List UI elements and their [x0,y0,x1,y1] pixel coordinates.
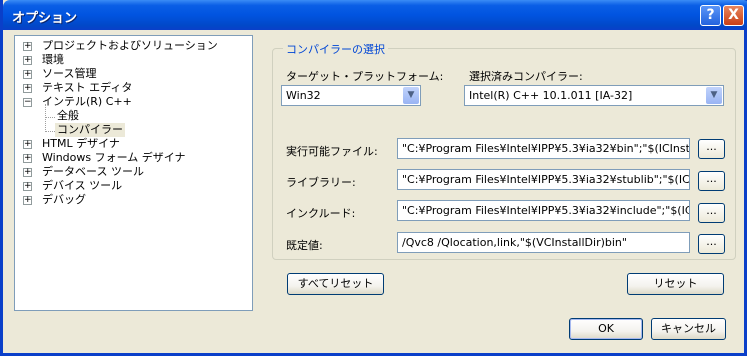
include-browse-button[interactable]: ... [698,203,725,223]
selected-compiler-label: 選択済みコンパイラー: [469,70,583,83]
tree-item-label: インテル(R) C++ [42,95,132,108]
close-button[interactable]: X [723,5,744,26]
tree-connector [45,131,55,132]
group-caption: コンパイラーの選択 [283,41,388,57]
tree-item-label: 環境 [42,53,64,66]
cancel-button[interactable]: キャンセル [651,318,726,340]
tree-item-label: コンパイラー [55,123,125,137]
defaults-field[interactable]: /Qvc8 /Qlocation,link,"$(VCInstallDir)bi… [397,232,690,253]
expand-plus-icon[interactable]: + [23,84,32,93]
tree-connector [45,117,55,118]
collapse-minus-icon[interactable]: − [23,98,32,107]
tree-item-label: データベース ツール [42,165,144,178]
help-icon: ? [706,7,715,23]
expand-plus-icon[interactable]: + [23,154,32,163]
close-icon: X [728,7,739,23]
tree-item-label: HTML デザイナ [42,137,120,150]
expand-plus-icon[interactable]: + [23,140,32,149]
selected-compiler-select[interactable]: Intel(R) C++ 10.1.011 [IA-32] ▼ [464,85,724,106]
selected-compiler-value: Intel(R) C++ 10.1.011 [IA-32] [469,89,633,102]
defaults-browse-button[interactable]: ... [698,234,725,254]
include-field[interactable]: "C:¥Program Files¥Intel¥IPP¥5.3¥ia32¥inc… [397,200,690,221]
tree-item-label: デバイス ツール [42,179,123,192]
expand-plus-icon[interactable]: + [23,42,32,51]
help-button[interactable]: ? [700,5,721,26]
tree-item-label: プロジェクトおよびソリューション [42,39,218,52]
defaults-label: 既定値: [286,239,323,252]
libraries-label: ライブラリー: [286,176,356,189]
reset-button[interactable]: リセット [627,273,724,295]
expand-plus-icon[interactable]: + [23,182,32,191]
expand-plus-icon[interactable]: + [23,70,32,79]
options-tree[interactable]: + プロジェクトおよびソリューション + 環境 + ソース管理 + テキスト エ… [14,35,253,311]
target-platform-value: Win32 [286,89,321,102]
libraries-browse-button[interactable]: ... [698,171,725,191]
expand-plus-icon[interactable]: + [23,196,32,205]
libraries-field[interactable]: "C:¥Program Files¥Intel¥IPP¥5.3¥ia32¥stu… [397,169,690,190]
libraries-value: "C:¥Program Files¥Intel¥IPP¥5.3¥ia32¥stu… [402,173,690,186]
executable-files-value: "C:¥Program Files¥Intel¥IPP¥5.3¥ia32¥bin… [402,142,690,155]
executable-files-field[interactable]: "C:¥Program Files¥Intel¥IPP¥5.3¥ia32¥bin… [397,138,690,159]
target-platform-select[interactable]: Win32 ▼ [281,85,421,106]
include-label: インクルード: [286,207,356,220]
executable-files-browse-button[interactable]: ... [698,139,725,159]
tree-item-label: デバッグ [42,193,86,206]
expand-plus-icon[interactable]: + [23,56,32,65]
tree-item-label: テキスト エディタ [42,81,133,94]
include-value: "C:¥Program Files¥Intel¥IPP¥5.3¥ia32¥inc… [402,204,689,217]
tree-item-label: Windows フォーム デザイナ [42,151,186,164]
ok-button[interactable]: OK [569,318,643,340]
title-bar[interactable]: オプション ? X [3,0,747,30]
window-title: オプション [12,11,78,26]
chevron-down-icon[interactable]: ▼ [403,87,419,104]
reset-all-button[interactable]: すべてリセット [287,273,384,295]
tree-item-label: ソース管理 [42,67,97,80]
chevron-down-icon[interactable]: ▼ [706,87,722,104]
expand-plus-icon[interactable]: + [23,168,32,177]
defaults-value: /Qvc8 /Qlocation,link,"$(VCInstallDir)bi… [402,236,627,249]
options-dialog: オプション ? X + プロジェクトおよびソリューション + 環境 + ソース管… [0,0,747,356]
tree-item-label: 全般 [57,109,79,122]
target-platform-label: ターゲット・プラットフォーム: [286,70,444,83]
executable-files-label: 実行可能ファイル: [286,145,378,158]
